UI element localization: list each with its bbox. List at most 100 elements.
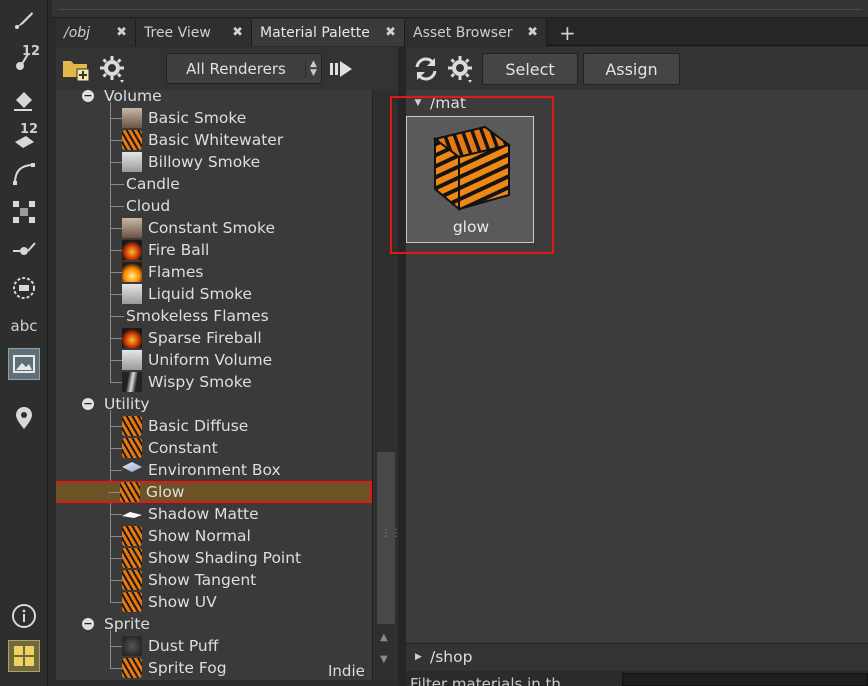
tree-guide-line (110, 448, 122, 449)
tree-item-label: Shadow Matte (148, 505, 259, 523)
pane-divider-strip[interactable] (52, 0, 868, 18)
tree-item[interactable]: Cloud (56, 195, 372, 217)
tool-shelf: 12 12 abc (0, 0, 48, 686)
bucket-tool-icon[interactable] (8, 84, 40, 116)
collapse-toggle-icon[interactable]: − (82, 398, 94, 410)
tree-guide-line (110, 426, 122, 427)
scroll-down-icon[interactable]: ▼ (380, 654, 388, 665)
collapse-toggle-icon[interactable]: − (82, 90, 94, 102)
add-tab-button[interactable]: + (547, 19, 588, 46)
tab-tree-view[interactable]: Tree View ✖ (136, 19, 252, 46)
paint-count-tool-icon[interactable]: 12 (8, 44, 40, 76)
tree-item[interactable]: Billowy Smoke (56, 151, 372, 173)
brush-tool-icon[interactable] (8, 4, 40, 36)
tree-item[interactable]: Liquid Smoke (56, 283, 372, 305)
tree-item[interactable]: Show Shading Point (56, 547, 372, 569)
tree-item[interactable]: Candle (56, 173, 372, 195)
tree-guide-line (110, 602, 122, 603)
tree-item[interactable]: Basic Whitewater (56, 129, 372, 151)
tree-item-label: Billowy Smoke (148, 153, 261, 171)
tree-item[interactable]: Show Tangent (56, 569, 372, 591)
tree-category[interactable]: − Volume (56, 90, 372, 107)
tab-material-palette[interactable]: Material Palette ✖ (252, 19, 405, 46)
collapse-triangle-icon[interactable]: ▶ (415, 652, 422, 662)
tree-item-label: Basic Smoke (148, 109, 247, 127)
tree-category[interactable]: − Utility (56, 393, 372, 415)
tiger-material-icon (120, 482, 140, 502)
text-tool-icon[interactable]: abc (8, 310, 40, 342)
tree-item-label: Fire Ball (148, 241, 210, 259)
palette-toolbar: All Renderers ▲ ▼ (56, 47, 398, 90)
close-icon[interactable]: ✖ (232, 25, 243, 40)
tree-item[interactable]: Flames (56, 261, 372, 283)
tree-category[interactable]: − Sprite (56, 613, 372, 635)
arrow-right-icon[interactable] (326, 53, 358, 85)
tree-item-label: Candle (126, 175, 180, 193)
tree-item[interactable]: Uniform Volume (56, 349, 372, 371)
image-tool-icon[interactable] (8, 348, 40, 380)
curve-tool-icon[interactable] (8, 158, 40, 190)
tree-item-label: Basic Diffuse (148, 417, 249, 435)
tree-item[interactable]: Glow (56, 481, 372, 503)
tree-guide-line (110, 536, 122, 537)
grey-material-icon (122, 152, 142, 172)
tree-item-label: Dust Puff (148, 637, 219, 655)
stack-count-tool-icon[interactable]: 12 (8, 122, 40, 154)
close-icon[interactable]: ✖ (527, 25, 538, 40)
transform-tool-icon[interactable] (8, 196, 40, 228)
tree-guide-line (110, 316, 124, 317)
tab-label: Tree View (144, 24, 211, 41)
close-icon[interactable]: ✖ (116, 25, 127, 40)
tab-asset-browser[interactable]: Asset Browser ✖ (405, 19, 547, 46)
tree-item-label: Wispy Smoke (148, 373, 252, 391)
tree-guide-line (110, 470, 122, 471)
tree-item[interactable]: Basic Smoke (56, 107, 372, 129)
tree-item[interactable]: Basic Diffuse (56, 415, 372, 437)
node-tool-icon[interactable] (8, 234, 40, 266)
matte-material-icon (122, 512, 142, 518)
circle-tool-icon[interactable] (8, 272, 40, 304)
tool-badge-2: 12 (20, 122, 39, 137)
scroll-up-icon[interactable]: ▲ (380, 632, 388, 643)
close-icon[interactable]: ✖ (385, 25, 396, 40)
tree-guide-line (108, 492, 120, 493)
tree-item[interactable]: Constant Smoke (56, 217, 372, 239)
renderer-filter-select[interactable]: All Renderers ▲ ▼ (166, 53, 322, 84)
tree-guide-line (110, 118, 122, 119)
shop-section-header[interactable]: ▶ /shop (406, 643, 868, 671)
spinner-arrows-icon[interactable]: ▲ ▼ (305, 59, 321, 78)
refresh-icon[interactable] (410, 53, 442, 85)
tiger-material-icon (122, 438, 142, 458)
tree-item-label: Smokeless Flames (126, 307, 269, 325)
tree-item[interactable]: Constant (56, 437, 372, 459)
tree-item[interactable]: Environment Box (56, 459, 372, 481)
layout-grid-icon[interactable] (8, 640, 40, 672)
tree-item-label: Glow (146, 483, 185, 501)
filter-input[interactable] (622, 673, 868, 686)
assign-button[interactable]: Assign (583, 53, 680, 85)
new-folder-icon[interactable] (60, 53, 92, 85)
tree-item[interactable]: Smokeless Flames (56, 305, 372, 327)
pin-tool-icon[interactable] (8, 402, 40, 434)
material-tree[interactable]: − Volume Basic Smoke Basic Whitewater Billow… (56, 90, 372, 680)
tab-label: /obj (64, 24, 91, 41)
gear-icon[interactable] (444, 53, 478, 85)
tree-item[interactable]: Dust Puff (56, 635, 372, 657)
gear-icon[interactable] (96, 53, 130, 85)
tab-obj[interactable]: /obj ✖ (56, 19, 136, 46)
tree-item[interactable]: Shadow Matte (56, 503, 372, 525)
tree-item[interactable]: Wispy Smoke (56, 371, 372, 393)
tree-guide-line (110, 228, 122, 229)
collapse-toggle-icon[interactable]: − (82, 618, 94, 630)
tree-item[interactable]: Sprite Fog (56, 657, 372, 679)
tree-item[interactable]: Show UV (56, 591, 372, 613)
tree-guide-line (110, 646, 122, 647)
select-button[interactable]: Select (482, 53, 578, 85)
info-icon[interactable] (8, 600, 40, 632)
tree-item[interactable]: Fire Ball (56, 239, 372, 261)
scrollbar-thumb[interactable]: ⋮⋮ (377, 452, 401, 624)
wisp-material-icon (122, 372, 142, 392)
tree-item[interactable]: Sparse Fireball (56, 327, 372, 349)
tree-item-label: Environment Box (148, 461, 281, 479)
tree-item[interactable]: Show Normal (56, 525, 372, 547)
